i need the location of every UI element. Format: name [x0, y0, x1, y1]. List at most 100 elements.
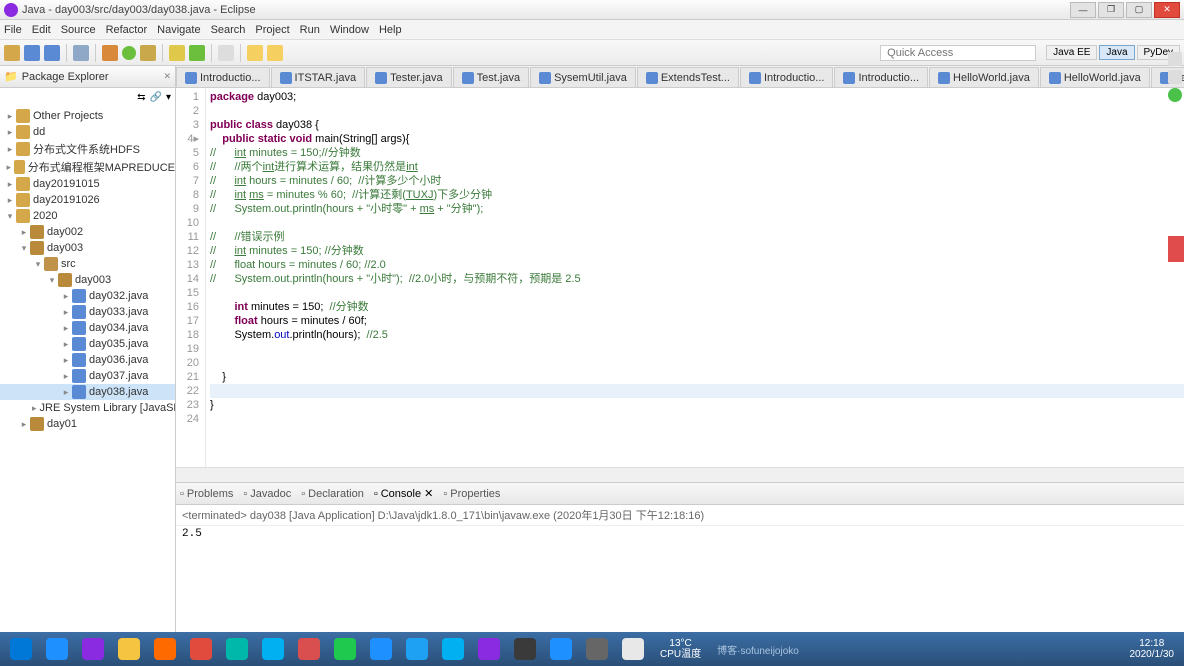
link-editor-icon[interactable]: 🔗 — [150, 92, 162, 103]
taskbar-app-14[interactable] — [508, 635, 542, 663]
taskbar-app-13[interactable] — [472, 635, 506, 663]
sidebar-marker-icon[interactable] — [1168, 236, 1184, 262]
debug-icon[interactable] — [102, 45, 118, 61]
save-all-icon[interactable] — [44, 45, 60, 61]
view-menu-icon[interactable]: ▾ — [166, 92, 171, 103]
tree-item[interactable]: ▸day20191026 — [0, 192, 175, 208]
tree-item[interactable]: ▸JRE System Library [JavaSE-1.8] — [0, 400, 175, 416]
menu-source[interactable]: Source — [61, 24, 96, 36]
tree-item[interactable]: ▾src — [0, 256, 175, 272]
outline-icon[interactable] — [1168, 52, 1182, 66]
tree-item[interactable]: ▸day036.java — [0, 352, 175, 368]
tree-item[interactable]: ▸day032.java — [0, 288, 175, 304]
search-icon[interactable] — [218, 45, 234, 61]
editor-tab[interactable]: SysemUtil.java — [530, 67, 636, 87]
menu-edit[interactable]: Edit — [32, 24, 51, 36]
taskbar-clock[interactable]: 12:182020/1/30 — [1130, 638, 1181, 660]
tree-item[interactable]: ▸day035.java — [0, 336, 175, 352]
console-output[interactable]: 2.5 — [176, 526, 1184, 636]
editor-tab[interactable]: ITSTAR.java — [271, 67, 366, 87]
bottom-tab-declaration[interactable]: ▫Declaration — [301, 488, 364, 500]
collapse-all-icon[interactable]: ⇆ — [137, 92, 145, 103]
tree-item[interactable]: ▸dd — [0, 124, 175, 140]
run-last-icon[interactable] — [140, 45, 156, 61]
open-type-icon[interactable] — [73, 45, 89, 61]
bottom-tab-javadoc[interactable]: ▫Javadoc — [243, 488, 291, 500]
taskbar-app-8[interactable] — [292, 635, 326, 663]
taskbar-app-17[interactable] — [616, 635, 650, 663]
new-icon[interactable] — [4, 45, 20, 61]
nav-fwd-icon[interactable] — [267, 45, 283, 61]
horizontal-scrollbar[interactable] — [176, 467, 1184, 482]
menu-window[interactable]: Window — [330, 24, 369, 36]
coverage-icon[interactable] — [1168, 88, 1182, 102]
tree-item[interactable]: ▸day034.java — [0, 320, 175, 336]
menu-search[interactable]: Search — [211, 24, 246, 36]
taskbar-app-4[interactable] — [148, 635, 182, 663]
nav-back-icon[interactable] — [247, 45, 263, 61]
perspective-java[interactable]: Java — [1099, 45, 1134, 60]
taskbar-app-9[interactable] — [328, 635, 362, 663]
tree-item[interactable]: ▾day003 — [0, 240, 175, 256]
run-icon[interactable] — [122, 46, 136, 60]
editor-tab[interactable]: HelloWorld.java — [929, 67, 1039, 87]
tree-item[interactable]: ▸day20191015 — [0, 176, 175, 192]
editor-tab[interactable]: Tester.java — [366, 67, 452, 87]
editor-tab[interactable]: Introductio... — [834, 67, 928, 87]
separator — [66, 44, 67, 62]
editor-tab[interactable]: HelloWorld.java — [1040, 67, 1150, 87]
editor-tab[interactable]: ExtendsTest... — [637, 67, 739, 87]
taskbar-app-11[interactable] — [400, 635, 434, 663]
taskbar-app-3[interactable] — [112, 635, 146, 663]
editor-tab[interactable]: Introductio... — [176, 67, 270, 87]
tree-item[interactable]: ▾2020 — [0, 208, 175, 224]
bottom-tab-properties[interactable]: ▫Properties — [443, 488, 500, 500]
windows-taskbar: 13°CCPU温度博客·sofuneijojoko12:182020/1/30 — [0, 632, 1184, 666]
tree-item[interactable]: ▸day033.java — [0, 304, 175, 320]
menu-refactor[interactable]: Refactor — [106, 24, 148, 36]
bottom-tab-console[interactable]: ▫Console ✕ — [374, 487, 434, 500]
close-button[interactable]: ✕ — [1154, 2, 1180, 18]
taskbar-app-7[interactable] — [256, 635, 290, 663]
tree-item[interactable]: ▸分布式编程框架MAPREDUCE — [0, 158, 175, 176]
taskbar-weather[interactable]: 13°CCPU温度 — [652, 638, 709, 660]
taskbar-app-6[interactable] — [220, 635, 254, 663]
perspective-java-ee[interactable]: Java EE — [1046, 45, 1097, 60]
tasklist-icon[interactable] — [1168, 70, 1182, 84]
menu-help[interactable]: Help — [379, 24, 402, 36]
code-editor[interactable]: package day003; public class day038 { pu… — [206, 88, 1184, 467]
taskbar-app-12[interactable] — [436, 635, 470, 663]
taskbar-app-2[interactable] — [76, 635, 110, 663]
taskbar-app-1[interactable] — [40, 635, 74, 663]
new-package-icon[interactable] — [169, 45, 185, 61]
menu-navigate[interactable]: Navigate — [157, 24, 200, 36]
java-file-icon — [1049, 72, 1061, 84]
taskbar-app-16[interactable] — [580, 635, 614, 663]
editor-tab[interactable]: Introductio... — [740, 67, 834, 87]
tree-item[interactable]: ▸分布式文件系统HDFS — [0, 140, 175, 158]
menu-run[interactable]: Run — [300, 24, 320, 36]
tree-item[interactable]: ▸day01 — [0, 416, 175, 432]
view-close-icon[interactable]: ✕ — [163, 71, 171, 82]
new-class-icon[interactable] — [189, 45, 205, 61]
save-icon[interactable] — [24, 45, 40, 61]
taskbar-app-5[interactable] — [184, 635, 218, 663]
minimize-button[interactable]: — — [1070, 2, 1096, 18]
menu-project[interactable]: Project — [255, 24, 289, 36]
taskbar-app-15[interactable] — [544, 635, 578, 663]
menu-file[interactable]: File — [4, 24, 22, 36]
tree-item[interactable]: ▸day038.java — [0, 384, 175, 400]
bottom-tab-problems[interactable]: ▫Problems — [180, 488, 233, 500]
taskbar-app-0[interactable] — [4, 635, 38, 663]
taskbar-app-10[interactable] — [364, 635, 398, 663]
editor-tab[interactable]: Test.java — [453, 67, 529, 87]
quick-access-input[interactable] — [880, 45, 1036, 61]
tree-item[interactable]: ▾day003 — [0, 272, 175, 288]
maximize-button[interactable]: ▢ — [1126, 2, 1152, 18]
restore-button[interactable]: ❐ — [1098, 2, 1124, 18]
tree-item[interactable]: ▸day002 — [0, 224, 175, 240]
tree-item[interactable]: ▸day037.java — [0, 368, 175, 384]
menubar: File Edit Source Refactor Navigate Search Proj… — [0, 20, 1184, 40]
editor-tabs: Introductio...ITSTAR.javaTester.javaTest… — [176, 66, 1184, 88]
tree-item[interactable]: ▸Other Projects — [0, 108, 175, 124]
